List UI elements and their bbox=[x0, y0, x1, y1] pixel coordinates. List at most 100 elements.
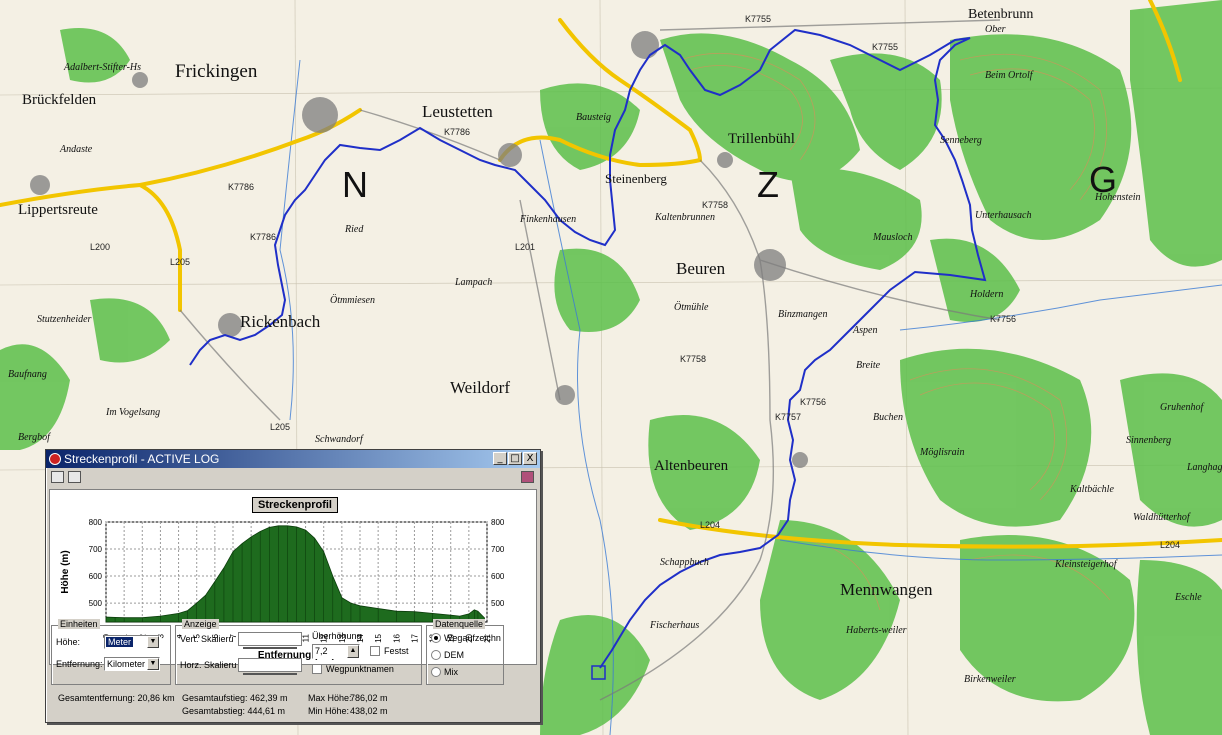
place-label: Rickenbach bbox=[240, 312, 321, 331]
road-label: L204 bbox=[1160, 540, 1180, 550]
wegpunktnamen-checkbox[interactable] bbox=[312, 664, 322, 674]
horz-scale-slider[interactable] bbox=[238, 658, 302, 675]
datenquelle-group: Datenquelle Wegaufzeichn DEM Mix bbox=[426, 619, 504, 685]
road-label: L205 bbox=[170, 257, 190, 267]
place-label: Brückfelden bbox=[22, 92, 97, 108]
place-label: Sinnenberg bbox=[1126, 435, 1171, 446]
place-label: Möglisrain bbox=[919, 447, 964, 458]
place-label: Haberts-weiler bbox=[845, 625, 907, 636]
place-label: Holdern bbox=[969, 289, 1003, 300]
road-label: K7755 bbox=[745, 14, 771, 24]
max-height-value: 786,02 m bbox=[350, 693, 388, 703]
place-label: Kaltbächle bbox=[1069, 484, 1114, 495]
book-icon[interactable] bbox=[521, 471, 534, 483]
source-radio-track[interactable] bbox=[431, 633, 441, 643]
place-label: Andaste bbox=[59, 144, 93, 155]
place-label: Betenbrunn bbox=[968, 7, 1033, 22]
window-titlebar[interactable]: Streckenprofil - ACTIVE LOG _ □ X bbox=[46, 450, 540, 468]
streckenprofil-window: Streckenprofil - ACTIVE LOG _ □ X Streck… bbox=[45, 449, 541, 723]
grid-letter-z: Z bbox=[757, 164, 779, 205]
place-label: Mausloch bbox=[872, 232, 912, 243]
y-axis-label: Höhe (m) bbox=[60, 550, 71, 593]
spinner-icon[interactable]: ▲ bbox=[347, 645, 359, 658]
place-label: Finkenhausen bbox=[519, 214, 576, 225]
einheiten-group: Einheiten Höhe: Meter ▼ Entfernung: Kilo… bbox=[51, 619, 171, 685]
minimize-button[interactable]: _ bbox=[493, 452, 507, 465]
place-label: Bausteig bbox=[576, 112, 611, 123]
road-label: L200 bbox=[90, 242, 110, 252]
place-label: Im Vogelsang bbox=[105, 407, 160, 418]
entfernung-label: Entfernung: bbox=[56, 659, 103, 669]
source-option-dem: DEM bbox=[444, 650, 464, 660]
place-label: Trillenbühl bbox=[728, 131, 795, 147]
print-icon[interactable] bbox=[51, 471, 64, 483]
place-label: Gruhenhof bbox=[1160, 402, 1205, 413]
hoehe-label: Höhe: bbox=[56, 637, 81, 647]
ueberhoehung-spinner[interactable]: 7,2 ▲ bbox=[312, 644, 360, 659]
place-label: Buchen bbox=[873, 412, 903, 423]
fest-checkbox[interactable] bbox=[370, 646, 380, 656]
source-radio-mix[interactable] bbox=[431, 667, 441, 677]
vert-scale-slider[interactable] bbox=[238, 632, 302, 649]
road-label: K7755 bbox=[872, 42, 898, 52]
y-tick-label: 500 bbox=[491, 599, 505, 608]
place-label: Langhag bbox=[1186, 462, 1222, 473]
place-label: Fischerhaus bbox=[649, 620, 699, 631]
source-radio-dem[interactable] bbox=[431, 650, 441, 660]
road-label: L204 bbox=[700, 520, 720, 530]
total-distance: Gesamtentfernung: 20,86 km bbox=[58, 693, 175, 703]
place-label: Mennwangen bbox=[840, 580, 933, 599]
place-label: Senneberg bbox=[940, 135, 982, 146]
entfernung-select[interactable]: Kilometer ▼ bbox=[104, 657, 160, 671]
chevron-down-icon[interactable]: ▼ bbox=[147, 636, 159, 648]
place-label: Beim Ortolf bbox=[985, 70, 1034, 81]
place-label: Hohenstein bbox=[1094, 192, 1141, 203]
app-icon bbox=[49, 453, 61, 465]
hoehe-select[interactable]: Meter ▼ bbox=[104, 635, 160, 649]
source-option-track: Wegaufzeichn bbox=[444, 633, 501, 643]
place-label: Bergbof bbox=[18, 432, 51, 443]
road-label: L201 bbox=[515, 242, 535, 252]
max-height-label: Max Höhe: bbox=[308, 693, 352, 703]
entfernung-value: Kilometer bbox=[107, 659, 146, 669]
place-label: Birkenweiler bbox=[964, 674, 1016, 685]
y-tick-label: 800 bbox=[89, 518, 103, 527]
y-tick-label: 600 bbox=[89, 572, 103, 581]
place-label: Lippertsreute bbox=[18, 202, 98, 218]
place-label: Ried bbox=[344, 224, 364, 235]
road-label: K7756 bbox=[800, 397, 826, 407]
wegpunktnamen-label: Wegpunktnamen bbox=[326, 664, 394, 674]
y-tick-label: 700 bbox=[491, 545, 505, 554]
place-label: Stutzenheider bbox=[37, 314, 92, 325]
place-label: Kleinsteigerhof bbox=[1054, 559, 1118, 570]
place-label: Steinenberg bbox=[605, 171, 667, 186]
place-label: Unterhausach bbox=[975, 210, 1031, 221]
place-label: Adalbert-Stifter-Hs bbox=[63, 62, 141, 73]
min-height-label: Min Höhe: bbox=[308, 706, 350, 716]
close-button[interactable]: X bbox=[523, 452, 537, 465]
place-label: Leustetten bbox=[422, 102, 493, 121]
place-label: Ötmmiesen bbox=[330, 294, 375, 306]
place-label: Waldhütterhof bbox=[1133, 512, 1191, 523]
road-label: K7756 bbox=[990, 314, 1016, 324]
ueberhoehung-value: 7,2 bbox=[315, 646, 328, 656]
vert-scale-label: Vert. Skalieru bbox=[180, 634, 234, 644]
y-tick-label: 500 bbox=[89, 599, 103, 608]
total-descent: Gesamtabstieg: 444,61 m bbox=[182, 706, 286, 716]
total-ascent: Gesamtaufstieg: 462,39 m bbox=[182, 693, 288, 703]
place-label: Binzmangen bbox=[778, 309, 827, 320]
place-label: Altenbeuren bbox=[654, 458, 729, 474]
window-toolbar bbox=[46, 468, 540, 486]
place-label: Lampach bbox=[454, 277, 492, 288]
min-height-value: 438,02 m bbox=[350, 706, 388, 716]
road-label: L205 bbox=[270, 422, 290, 432]
maximize-button[interactable]: □ bbox=[508, 452, 522, 465]
place-label: Baufnang bbox=[8, 369, 47, 380]
chevron-down-icon[interactable]: ▼ bbox=[147, 658, 159, 670]
place-label: Ötmühle bbox=[674, 301, 709, 313]
ueberhoehung-label: Überhöhung bbox=[312, 631, 362, 641]
anzeige-group: Anzeige Vert. Skalieru Horz. Skalieru Üb… bbox=[175, 619, 422, 685]
table-icon[interactable] bbox=[68, 471, 81, 483]
place-label: Schwandorf bbox=[315, 434, 364, 445]
road-label: K7786 bbox=[444, 127, 470, 137]
